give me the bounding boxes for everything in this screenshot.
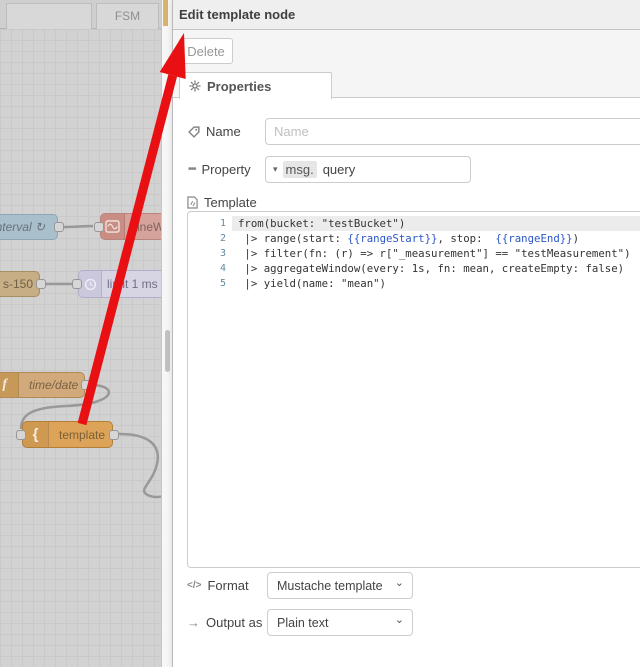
function-icon: f: [0, 373, 19, 397]
code-editor[interactable]: 1 from(bucket: "testBucket") 2 |> range(st…: [187, 211, 640, 568]
node-sinewave[interactable]: sineW: [94, 213, 161, 240]
chevron-down-icon: ⌄: [394, 614, 404, 626]
scrollbar-thumb[interactable]: [165, 330, 170, 372]
code-text: |> range(start: {{rangeStart}}, stop: {{…: [238, 232, 580, 245]
tab-properties-label: Properties: [207, 78, 272, 94]
tray-header: Edit template node: [173, 0, 640, 30]
property-type-msg[interactable]: msg.: [282, 161, 317, 178]
node-limit-input-port[interactable]: [72, 279, 82, 289]
code-text: from(bucket: "testBucket"): [238, 217, 406, 230]
line-number: 4: [219, 263, 226, 274]
canvas-vertical-scrollbar[interactable]: [161, 0, 172, 667]
property-field-label: ••• Property: [188, 162, 251, 177]
flow-canvas: interval ↻ sineW s-150 limit 1 ms f time…: [0, 0, 161, 667]
node-interval-label: interval ↻: [0, 220, 45, 234]
node-s150-output-port[interactable]: [36, 279, 46, 289]
code-icon: </>: [187, 580, 202, 591]
node-template-label: template: [59, 427, 106, 442]
gear-icon: [189, 80, 201, 92]
node-template-output-port[interactable]: [109, 429, 119, 440]
workspace-tab-fsm[interactable]: FSM: [96, 3, 159, 29]
node-timedate[interactable]: f time/date: [0, 372, 91, 398]
workspace-tabbar: FSM: [0, 0, 161, 29]
palette-edge-sliver: [163, 0, 168, 26]
node-red-editor: interval ↻ sineW s-150 limit 1 ms f time…: [0, 0, 640, 667]
output-select-value: Plain text: [277, 615, 329, 630]
node-limit[interactable]: limit 1 ms: [72, 270, 161, 298]
node-timedate-output-port[interactable]: [81, 380, 91, 390]
node-timedate-label: time/date: [29, 378, 79, 392]
editor-line[interactable]: 5 |> yield(name: "mean"): [188, 276, 640, 291]
code-editor-lines: 1 from(bucket: "testBucket") 2 |> range(st…: [188, 216, 640, 291]
clock-icon: [79, 271, 102, 297]
node-interval-output-port[interactable]: [54, 222, 64, 232]
line-number: 2: [219, 233, 226, 244]
edit-template-node-tray: Edit template node Delete Properties Nam…: [172, 0, 640, 667]
name-field-label: Name: [188, 118, 241, 145]
template-file-icon: [187, 196, 198, 209]
format-select-value: Mustache template: [277, 578, 383, 593]
tab-properties[interactable]: Properties: [179, 72, 332, 99]
arrow-right-icon: →: [187, 615, 200, 630]
line-number: 1: [219, 218, 226, 229]
name-input[interactable]: [265, 118, 640, 145]
node-interval[interactable]: interval ↻: [0, 214, 64, 240]
node-template[interactable]: { template: [16, 421, 119, 448]
editor-line[interactable]: 4 |> aggregateWindow(every: 1s, fn: mean…: [188, 261, 640, 276]
delete-button[interactable]: Delete: [179, 38, 233, 64]
format-select[interactable]: Mustache template ⌄: [267, 572, 413, 599]
tag-icon: [188, 125, 200, 138]
flow-wires: [19, 224, 161, 499]
ellipsis-icon: •••: [188, 164, 196, 175]
editor-line[interactable]: 2 |> range(start: {{rangeStart}}, stop: …: [188, 231, 640, 246]
node-s150-label: s-150: [3, 277, 34, 291]
property-typed-input[interactable]: ▾ msg. query: [265, 156, 471, 183]
code-text: |> filter(fn: (r) => r["_measurement"] =…: [238, 247, 631, 260]
node-limit-label: limit 1 ms: [107, 277, 158, 291]
tray-title: Edit template node: [179, 7, 296, 22]
line-number: 5: [219, 278, 226, 289]
brace-icon: {: [23, 422, 49, 447]
code-text: |> aggregateWindow(every: 1s, fn: mean, …: [238, 262, 625, 275]
workspace-tab-1[interactable]: [6, 3, 92, 29]
chevron-down-icon: ⌄: [394, 577, 404, 589]
output-field-label: → Output as: [187, 615, 263, 630]
caret-down-icon[interactable]: ▾: [273, 164, 278, 175]
node-s150[interactable]: s-150: [0, 271, 46, 297]
property-value[interactable]: query: [323, 162, 356, 177]
editor-line[interactable]: 3 |> filter(fn: (r) => r["_measurement"]…: [188, 246, 640, 261]
output-select[interactable]: Plain text ⌄: [267, 609, 413, 636]
format-field-label: </> Format: [187, 578, 249, 593]
node-sinewave-label: sineW: [131, 219, 161, 234]
node-sinewave-input-port[interactable]: [94, 221, 104, 232]
sine-wave-icon: [101, 214, 125, 239]
editor-line[interactable]: 1 from(bucket: "testBucket"): [188, 216, 640, 231]
node-template-input-port[interactable]: [16, 429, 26, 440]
line-number: 3: [219, 248, 226, 259]
tray-toolbar: Delete: [173, 30, 640, 71]
code-text: |> yield(name: "mean"): [238, 277, 386, 290]
tray-tabrow: Properties: [173, 71, 640, 99]
